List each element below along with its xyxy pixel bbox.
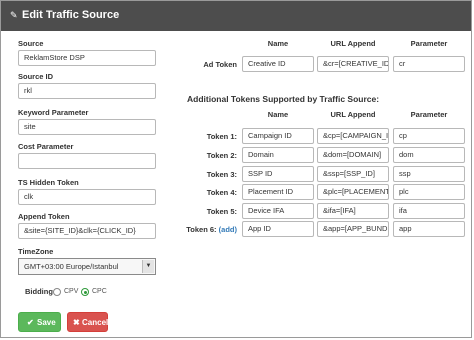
- ts-hidden-token-label: TS Hidden Token: [18, 178, 79, 187]
- token-1-url-input[interactable]: &cp=[CAMPAIGN_ID]: [317, 128, 389, 144]
- token-3-label: Token 3:: [206, 170, 237, 179]
- column-header-name: Name: [267, 39, 289, 48]
- ts-hidden-token-input[interactable]: clk: [18, 189, 156, 205]
- cancel-button[interactable]: ✖ Cancel: [67, 312, 108, 332]
- keyword-parameter-input[interactable]: site: [18, 119, 156, 135]
- ad-token-parameter-input[interactable]: cr: [393, 56, 465, 72]
- bidding-cpc-radio[interactable]: [81, 288, 89, 296]
- token-2-name-input[interactable]: Domain: [242, 147, 314, 163]
- token-4-name-input[interactable]: Placement ID: [242, 184, 314, 200]
- keyword-parameter-label: Keyword Parameter: [18, 108, 89, 117]
- token-6-label-group: Token 6: (add): [171, 225, 237, 234]
- dialog-title: Edit Traffic Source: [22, 9, 120, 21]
- token-6-url-input[interactable]: &app=[APP_BUNDLE]: [317, 221, 389, 237]
- timezone-select[interactable]: GMT+03:00 Europe/Istanbul ▼: [18, 258, 156, 275]
- edit-traffic-source-dialog: ✎ Edit Traffic Source Source ReklamStore…: [0, 0, 472, 338]
- check-icon: ✔: [27, 318, 34, 327]
- cost-parameter-input[interactable]: [18, 153, 156, 169]
- bidding-cpv-label: CPV: [64, 288, 79, 295]
- column-header-parameter: Parameter: [410, 39, 448, 48]
- column-header-parameter-2: Parameter: [410, 110, 448, 119]
- timezone-label: TimeZone: [18, 247, 54, 256]
- bidding-label: Bidding: [25, 287, 53, 296]
- token-3-name-input[interactable]: SSP ID: [242, 166, 314, 182]
- edit-icon: ✎: [10, 10, 18, 20]
- source-id-label: Source ID: [18, 72, 54, 81]
- cost-parameter-label: Cost Parameter: [18, 142, 74, 151]
- timezone-selected-value: GMT+03:00 Europe/Istanbul: [24, 262, 119, 271]
- bidding-cpc-label: CPC: [92, 288, 107, 295]
- chevron-down-icon: ▼: [142, 260, 154, 273]
- token-6-parameter-input[interactable]: app: [393, 221, 465, 237]
- token-4-url-input[interactable]: &plc=[PLACEMENT_IC: [317, 184, 389, 200]
- token-1-name-input[interactable]: Campaign ID: [242, 128, 314, 144]
- ad-token-label: Ad Token: [203, 60, 237, 69]
- token-4-label: Token 4:: [206, 188, 237, 197]
- token-1-label: Token 1:: [206, 132, 237, 141]
- token-2-label: Token 2:: [206, 151, 237, 160]
- save-button[interactable]: ✔ Save: [18, 312, 61, 332]
- token-5-name-input[interactable]: Device IFA: [242, 203, 314, 219]
- additional-tokens-title: Additional Tokens Supported by Traffic S…: [187, 94, 380, 104]
- token-5-label: Token 5:: [206, 207, 237, 216]
- token-4-parameter-input[interactable]: plc: [393, 184, 465, 200]
- dialog-header: ✎ Edit Traffic Source: [1, 1, 471, 31]
- token-2-url-input[interactable]: &dom=[DOMAIN]: [317, 147, 389, 163]
- source-input[interactable]: ReklamStore DSP: [18, 50, 156, 66]
- ad-token-name-input[interactable]: Creative ID: [242, 56, 314, 72]
- column-header-name-2: Name: [267, 110, 289, 119]
- bidding-cpv-radio[interactable]: [53, 288, 61, 296]
- token-5-parameter-input[interactable]: ifa: [393, 203, 465, 219]
- append-token-input[interactable]: &site={SITE_ID}&clk={CLICK_ID}: [18, 223, 156, 239]
- token-6-name-input[interactable]: App ID: [242, 221, 314, 237]
- token-3-url-input[interactable]: &ssp=[SSP_ID]: [317, 166, 389, 182]
- column-header-url-append-2: URL Append: [330, 110, 376, 119]
- close-icon: ✖: [73, 318, 80, 327]
- append-token-label: Append Token: [18, 212, 70, 221]
- source-id-input[interactable]: rkl: [18, 83, 156, 99]
- token-5-url-input[interactable]: &ifa=[IFA]: [317, 203, 389, 219]
- add-token-link[interactable]: (add): [219, 225, 237, 234]
- token-6-label: Token 6:: [186, 225, 217, 234]
- token-3-parameter-input[interactable]: ssp: [393, 166, 465, 182]
- ad-token-url-input[interactable]: &cr=[CREATIVE_ID]: [317, 56, 389, 72]
- token-1-parameter-input[interactable]: cp: [393, 128, 465, 144]
- column-header-url-append: URL Append: [330, 39, 376, 48]
- token-2-parameter-input[interactable]: dom: [393, 147, 465, 163]
- source-label: Source: [18, 39, 44, 48]
